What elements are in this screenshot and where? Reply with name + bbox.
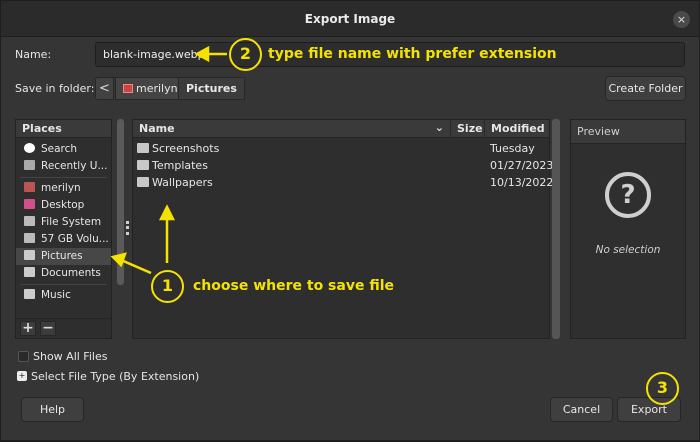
export-image-dialog: Export Image × Name: blank-image.webp Sa… xyxy=(0,0,700,441)
annotation-step-2-text: type file name with prefer extension xyxy=(268,46,557,62)
annotation-step-3: 3 xyxy=(646,372,679,405)
arrowhead xyxy=(110,252,127,268)
annotation-step-1: 1 xyxy=(151,270,184,303)
arrowhead xyxy=(158,204,176,221)
arrowhead xyxy=(194,45,210,63)
annotation-step-2: 2 xyxy=(229,38,262,71)
annotation-arrows xyxy=(110,45,227,275)
arrow-to-pictures xyxy=(120,258,152,275)
annotation-step-1-text: choose where to save file xyxy=(193,278,395,294)
